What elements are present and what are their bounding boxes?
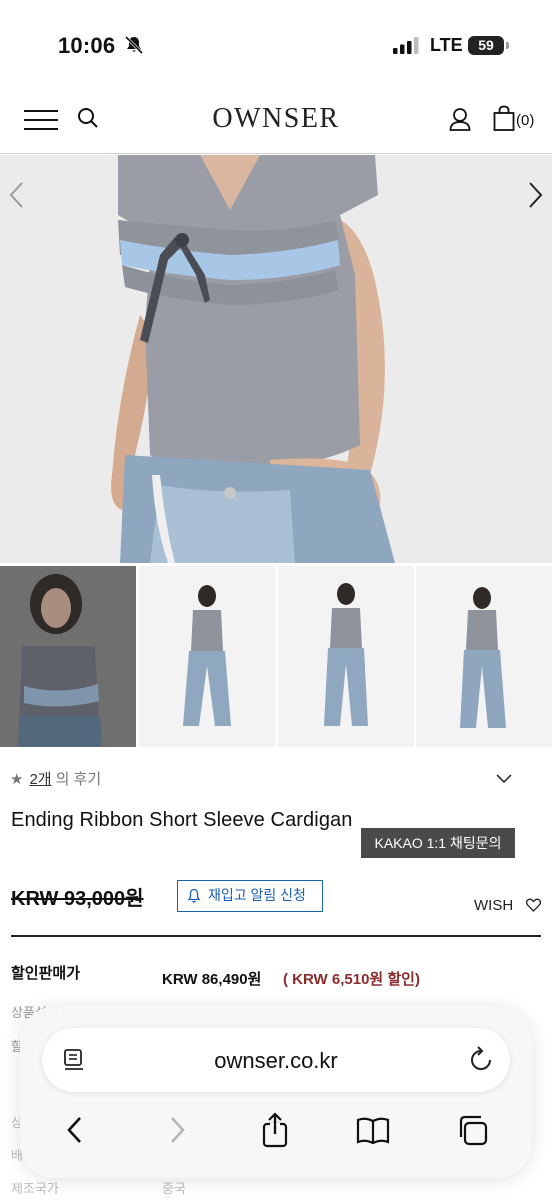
status-bar: 10:06 LTE 59	[0, 0, 552, 90]
browser-toolbar: ownser.co.kr	[20, 1006, 532, 1178]
battery-tip	[506, 42, 509, 49]
shopping-bag-icon[interactable]	[493, 105, 515, 131]
product-main-image[interactable]	[0, 155, 552, 563]
battery-icon: 59	[468, 36, 504, 55]
original-price: KRW 93,000원	[11, 888, 144, 910]
star-icon: ★	[10, 771, 24, 788]
thumbnail-image[interactable]	[278, 566, 414, 747]
next-image-arrow-icon[interactable]	[524, 180, 546, 210]
product-photo	[0, 155, 552, 563]
back-arrow-icon[interactable]	[58, 1112, 92, 1148]
site-header: OWNSER (0)	[0, 90, 552, 154]
previous-image-arrow-icon[interactable]	[6, 180, 28, 210]
signal-icon	[393, 37, 419, 54]
user-icon[interactable]	[449, 107, 471, 131]
sale-price-value: KRW 86,490원	[162, 971, 262, 988]
product-title: Ending Ribbon Short Sleeve Cardigan	[11, 809, 353, 831]
restock-label: 재입고 알림 신청	[208, 887, 306, 903]
bell-slash-icon	[124, 35, 144, 55]
forward-arrow-icon[interactable]	[160, 1112, 194, 1148]
heart-icon[interactable]	[526, 898, 541, 912]
kakao-chat-button[interactable]: KAKAO 1:1 채팅문의	[361, 828, 515, 858]
wish-label[interactable]: WISH	[474, 897, 513, 914]
review-suffix: 의 후기	[55, 771, 102, 788]
sale-price-label: 할인판매가	[11, 965, 81, 982]
origin-value: 중국	[162, 1181, 186, 1196]
tabs-icon[interactable]	[456, 1112, 490, 1148]
restock-alert-button[interactable]: 재입고 알림 신청	[177, 880, 323, 912]
status-time: 10:06	[58, 33, 116, 58]
review-count-link[interactable]: 2개	[29, 771, 51, 788]
review-summary[interactable]: ★ 2개 의 후기	[10, 768, 101, 789]
thumbnail-image[interactable]	[0, 566, 136, 747]
cart-count[interactable]: (0)	[516, 112, 534, 129]
thumbnail-image[interactable]	[416, 566, 552, 747]
info-row-label: 제조국가	[11, 1181, 59, 1196]
bookmarks-icon[interactable]	[356, 1112, 390, 1148]
chevron-down-icon[interactable]	[495, 772, 513, 786]
network-label: LTE	[430, 35, 463, 55]
url-text[interactable]: ownser.co.kr	[42, 1048, 510, 1074]
discount-amount: ( KRW 6,510원 할인)	[283, 971, 420, 988]
thumbnail-image[interactable]	[139, 566, 275, 747]
section-divider	[11, 935, 541, 937]
address-bar[interactable]: ownser.co.kr	[42, 1028, 510, 1092]
bell-icon	[187, 888, 201, 903]
reload-icon[interactable]	[468, 1046, 494, 1074]
share-icon[interactable]	[258, 1112, 292, 1148]
thumbnail-strip	[0, 566, 552, 747]
